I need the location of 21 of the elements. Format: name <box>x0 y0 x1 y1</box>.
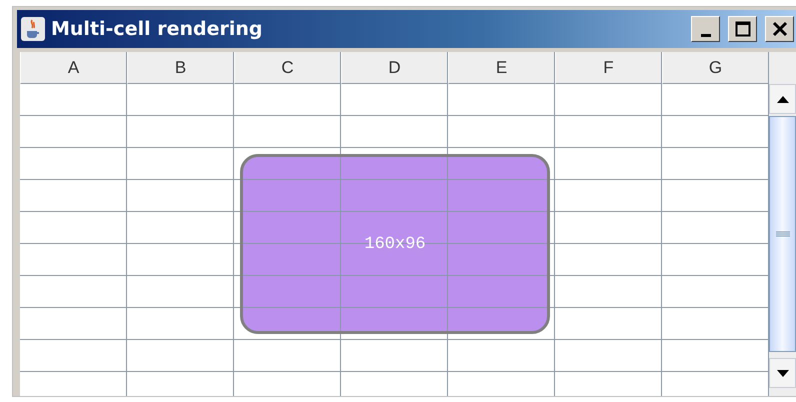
column-header[interactable]: E <box>448 52 555 84</box>
close-icon <box>772 21 788 37</box>
down-arrow-icon <box>776 370 788 376</box>
scroll-up-button[interactable] <box>769 84 796 114</box>
column-header[interactable]: G <box>662 52 769 84</box>
column-header[interactable]: B <box>127 52 234 84</box>
close-button[interactable] <box>765 16 794 42</box>
scrollbar-thumb[interactable] <box>769 116 796 352</box>
column-header[interactable]: D <box>341 52 448 84</box>
column-header[interactable]: C <box>234 52 341 84</box>
window-title: Multi-cell rendering <box>51 18 264 40</box>
minimize-button[interactable] <box>691 16 720 42</box>
grip-icon <box>776 231 790 237</box>
column-header[interactable]: F <box>555 52 662 84</box>
scroll-down-button[interactable] <box>769 358 796 388</box>
minimize-icon <box>700 34 710 36</box>
maximize-icon <box>734 21 750 37</box>
maximize-button[interactable] <box>728 16 757 42</box>
up-arrow-icon <box>776 96 788 102</box>
column-header[interactable]: A <box>20 52 127 84</box>
coffee-cup-icon <box>21 17 45 41</box>
